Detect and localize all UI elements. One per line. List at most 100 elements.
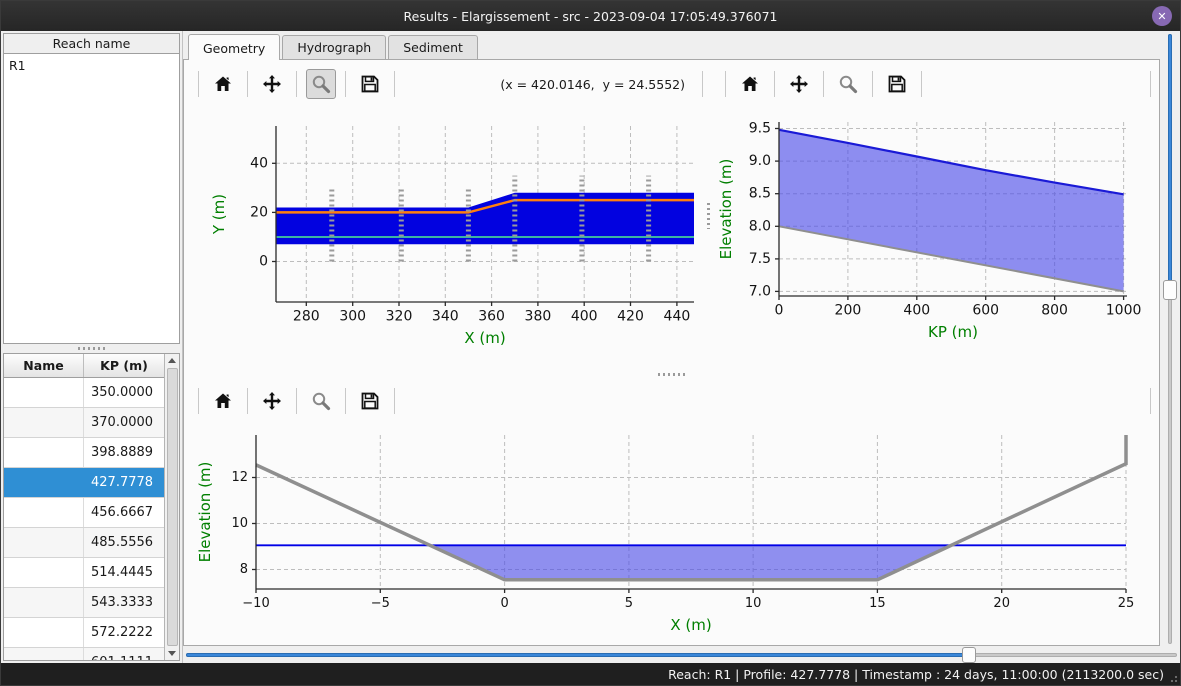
home-button[interactable] — [208, 69, 238, 99]
cell-name — [4, 648, 84, 660]
svg-text:380: 380 — [525, 309, 552, 325]
pan-button[interactable] — [784, 69, 814, 99]
horizontal-splitter[interactable] — [186, 370, 1157, 379]
table-row[interactable]: 427.7778 — [4, 468, 164, 498]
tab-sediment[interactable]: Sediment — [388, 35, 478, 59]
table-row[interactable]: 572.2222 — [4, 618, 164, 648]
toolbar-separator — [1150, 388, 1151, 414]
table-row[interactable]: 398.8889 — [4, 438, 164, 468]
svg-text:0: 0 — [775, 303, 784, 319]
svg-text:10: 10 — [745, 596, 762, 611]
pan-button[interactable] — [257, 69, 287, 99]
svg-text:X (m): X (m) — [670, 616, 711, 634]
svg-text:8.0: 8.0 — [749, 218, 771, 234]
close-button[interactable]: ✕ — [1152, 6, 1172, 26]
table-row[interactable]: 543.3333 — [4, 588, 164, 618]
save-icon — [360, 74, 380, 94]
zoom-button[interactable] — [306, 69, 336, 99]
table-scrollbar[interactable] — [164, 354, 179, 660]
svg-text:300: 300 — [339, 309, 366, 325]
scroll-up-icon[interactable] — [165, 354, 179, 367]
reach-list-item[interactable]: R1 — [4, 54, 179, 75]
svg-text:400: 400 — [571, 309, 598, 325]
zoom-button[interactable] — [833, 69, 863, 99]
svg-text:7.0: 7.0 — [749, 283, 771, 299]
zoom-button[interactable] — [306, 386, 336, 416]
svg-text:−5: −5 — [371, 596, 390, 611]
home-button[interactable] — [208, 386, 238, 416]
slider-handle[interactable] — [962, 647, 976, 663]
longitudinal-profile-chart[interactable]: 020040060080010007.07.58.08.59.09.5KP (m… — [713, 106, 1159, 368]
cell-name — [4, 468, 84, 497]
magnifier-icon — [838, 74, 858, 94]
tab-geometry[interactable]: Geometry — [188, 34, 280, 60]
svg-text:10: 10 — [231, 516, 248, 531]
pan-button[interactable] — [257, 386, 287, 416]
cell-name — [4, 618, 84, 647]
table-row[interactable]: 514.4445 — [4, 558, 164, 588]
table-row[interactable]: 370.0000 — [4, 408, 164, 438]
home-button[interactable] — [735, 69, 765, 99]
geometry-tab-pane: (x = 420.0146, y = 24.5552) 280300320340… — [183, 59, 1160, 646]
plan-view-chart[interactable]: 28030032034036038040042044002040X (m)Y (… — [186, 106, 700, 368]
save-button[interactable] — [355, 69, 385, 99]
sidebar-splitter[interactable] — [3, 344, 180, 353]
vertical-splitter[interactable] — [703, 62, 713, 370]
save-button[interactable] — [882, 69, 912, 99]
home-icon — [213, 74, 233, 94]
svg-text:0: 0 — [259, 254, 268, 270]
save-button[interactable] — [355, 386, 385, 416]
cross-section-panel: −10−5051015202581012X (m)Elevation (m) — [186, 379, 1157, 643]
column-header-name[interactable]: Name — [4, 354, 84, 377]
toolbar-separator — [774, 71, 775, 97]
svg-text:X (m): X (m) — [464, 329, 505, 347]
toolbar-separator — [198, 71, 199, 97]
svg-text:5: 5 — [625, 596, 633, 611]
cross-section-chart[interactable]: −10−5051015202581012X (m)Elevation (m) — [186, 423, 1154, 637]
svg-text:12: 12 — [231, 470, 248, 485]
toolbar-separator — [198, 388, 199, 414]
resize-grip-icon[interactable] — [1168, 673, 1178, 683]
save-icon — [360, 391, 380, 411]
title-bar: Results - Elargissement - src - 2023-09-… — [1, 1, 1180, 31]
tab-hydrograph[interactable]: Hydrograph — [282, 35, 386, 59]
svg-text:320: 320 — [386, 309, 413, 325]
cell-name — [4, 498, 84, 527]
cell-kp: 572.2222 — [84, 618, 164, 647]
reach-list[interactable]: R1 — [3, 54, 180, 344]
move-icon — [789, 74, 809, 94]
status-bar: Reach: R1 | Profile: 427.7778 | Timestam… — [1, 663, 1180, 685]
table-row[interactable]: 601.1111 — [4, 648, 164, 660]
svg-text:7.5: 7.5 — [749, 251, 771, 267]
toolbar-separator — [296, 388, 297, 414]
toolbar-separator — [247, 388, 248, 414]
column-header-kp[interactable]: KP (m) — [84, 358, 164, 373]
cell-kp: 543.3333 — [84, 588, 164, 617]
cursor-coordinates: (x = 420.0146, y = 24.5552) — [500, 77, 693, 92]
app-window: Results - Elargissement - src - 2023-09-… — [0, 0, 1181, 686]
svg-text:8.5: 8.5 — [749, 186, 771, 202]
table-row[interactable]: 485.5556 — [4, 528, 164, 558]
table-row[interactable]: 350.0000 — [4, 378, 164, 408]
timestamp-slider[interactable] — [186, 647, 1177, 663]
toolbar-separator — [823, 71, 824, 97]
scroll-down-icon[interactable] — [165, 647, 179, 660]
slider-handle[interactable] — [1163, 280, 1177, 300]
profile-slider[interactable] — [1162, 34, 1178, 644]
tab-bar: Geometry Hydrograph Sediment — [183, 31, 1160, 59]
svg-text:9.0: 9.0 — [749, 153, 771, 169]
cell-kp: 370.0000 — [84, 408, 164, 437]
svg-text:25: 25 — [1118, 596, 1135, 611]
move-icon — [262, 74, 282, 94]
cell-kp: 601.1111 — [84, 648, 164, 660]
plan-view-panel: (x = 420.0146, y = 24.5552) 280300320340… — [186, 62, 703, 370]
svg-text:−10: −10 — [242, 596, 269, 611]
svg-text:40: 40 — [250, 155, 268, 171]
scrollbar-thumb[interactable] — [167, 368, 178, 646]
longitudinal-profile-panel: 020040060080010007.07.58.08.59.09.5KP (m… — [713, 62, 1157, 370]
toolbar-separator — [296, 71, 297, 97]
toolbar-separator — [394, 71, 395, 97]
toolbar-separator — [394, 388, 395, 414]
table-row[interactable]: 456.6667 — [4, 498, 164, 528]
svg-text:20: 20 — [250, 204, 268, 220]
